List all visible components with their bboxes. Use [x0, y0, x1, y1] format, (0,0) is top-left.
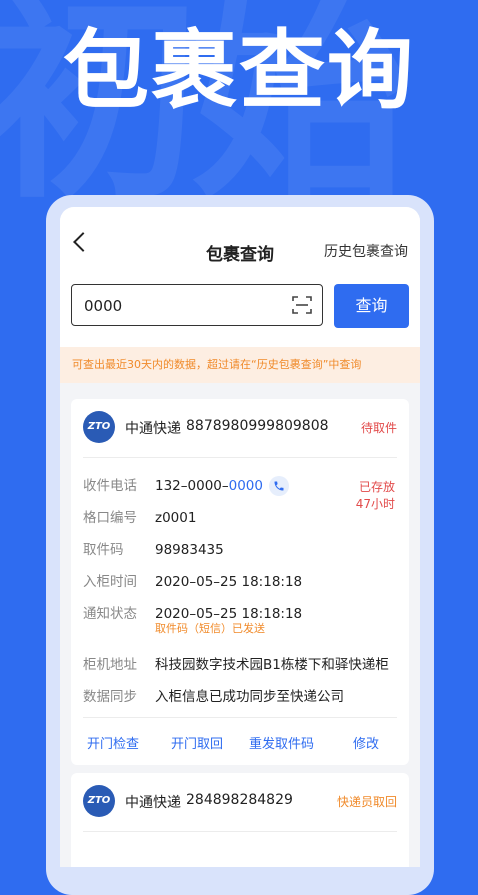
- phone-suffix: 0000: [228, 478, 263, 494]
- hero-title: 包裹查询: [63, 21, 415, 121]
- status-badge: 快递员取回: [336, 795, 397, 809]
- open-check-button[interactable]: 开门检查: [87, 733, 139, 752]
- checkin-time-value: 2020–05–25 18:18:18: [155, 574, 303, 590]
- notify-label: 通知状态: [83, 606, 137, 622]
- edit-button[interactable]: 修改: [353, 733, 379, 752]
- phone-label: 收件电话: [83, 478, 137, 494]
- tracking-number: 284898284829: [186, 792, 293, 808]
- checkin-time-row: 入柜时间 2020–05–25 18:18:18: [83, 570, 302, 590]
- phone-prefix: 132–0000–: [155, 478, 229, 494]
- sync-label: 数据同步: [83, 689, 137, 705]
- stored-duration: 已存放 47小时: [356, 479, 395, 513]
- search-value: 0000: [84, 297, 123, 315]
- search-input[interactable]: 0000: [71, 284, 323, 326]
- parcel-card[interactable]: ZTO 中通快递 8878980999809808 待取件 收件电话 132–00…: [71, 399, 409, 765]
- nav-bar: 包裹查询 历史包裹查询: [60, 207, 420, 277]
- scan-icon[interactable]: [292, 296, 312, 314]
- history-query-link[interactable]: 历史包裹查询: [324, 241, 408, 261]
- courier-name: 中通快递: [125, 795, 181, 811]
- slot-value: z0001: [155, 510, 197, 526]
- zto-logo: ZTO: [83, 785, 115, 817]
- card-header: ZTO 中通快递 8878980999809808 待取件: [71, 399, 409, 457]
- pickup-code-row: 取件码 98983435: [83, 538, 224, 558]
- search-row: 0000 查询: [60, 277, 420, 347]
- divider: [83, 831, 397, 832]
- query-button[interactable]: 查询: [334, 284, 409, 328]
- stored-hours: 47小时: [355, 497, 395, 511]
- notice-banner: 可查出最近30天内的数据，超过请在“历史包裹查询”中查询: [60, 347, 420, 383]
- checkin-time-label: 入柜时间: [83, 574, 137, 590]
- tracking-number: 8878980999809808: [186, 418, 329, 434]
- action-bar: 开门检查 开门取回 重发取件码 修改: [71, 721, 409, 761]
- parcel-card[interactable]: ZTO 中通快递 284898284829 快递员取回: [71, 773, 409, 867]
- sync-value: 入柜信息已成功同步至快递公司: [155, 689, 344, 705]
- courier-name: 中通快递: [125, 421, 181, 437]
- card-header: ZTO 中通快递 284898284829 快递员取回: [71, 773, 409, 831]
- divider: [83, 717, 397, 718]
- sync-row: 数据同步 入柜信息已成功同步至快递公司: [83, 685, 344, 705]
- pickup-code-label: 取件码: [83, 542, 124, 558]
- slot-row: 格口编号 z0001: [83, 506, 196, 526]
- notify-row: 通知状态 2020–05–25 18:18:18: [83, 602, 302, 622]
- address-row: 柜机地址 科技园数字技术园B1栋楼下和驿快递柜: [83, 653, 389, 673]
- phone-row: 收件电话 132–0000–0000: [83, 474, 289, 496]
- open-retrieve-button[interactable]: 开门取回: [171, 733, 223, 752]
- resend-code-button[interactable]: 重发取件码: [249, 733, 314, 752]
- divider: [83, 457, 397, 458]
- stored-label: 已存放: [358, 480, 395, 494]
- phone-call-icon[interactable]: [268, 476, 289, 496]
- address-value: 科技园数字技术园B1栋楼下和驿快递柜: [155, 657, 389, 673]
- address-label: 柜机地址: [83, 657, 137, 673]
- slot-label: 格口编号: [83, 510, 137, 526]
- status-badge: 待取件: [360, 421, 397, 435]
- pickup-code-value: 98983435: [155, 542, 224, 558]
- zto-logo: ZTO: [83, 411, 115, 443]
- sms-sent-note: 取件码（短信）已发送: [155, 622, 265, 635]
- app-screen: 包裹查询 历史包裹查询 0000 查询 可查出最近30天内的数据，超过请在“历史…: [60, 207, 420, 867]
